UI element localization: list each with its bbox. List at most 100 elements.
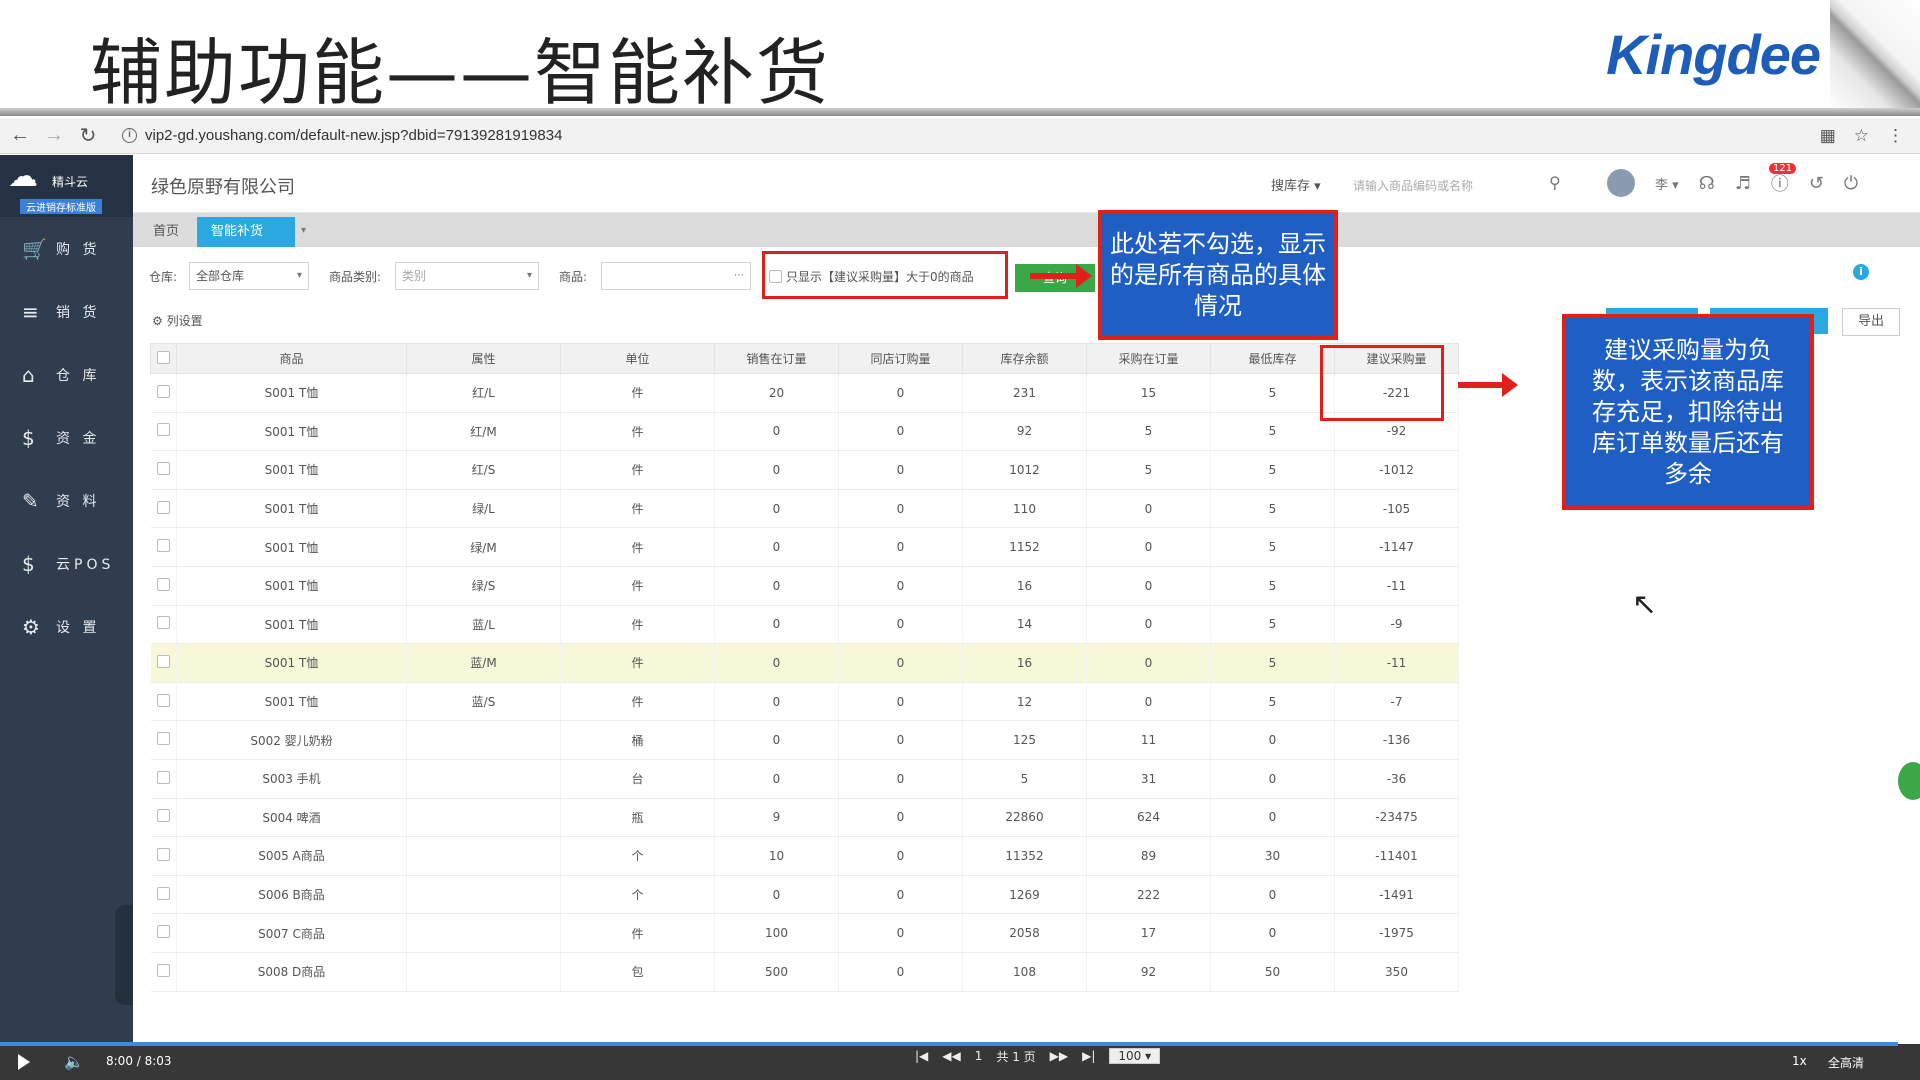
col-header[interactable]: 属性 bbox=[406, 343, 561, 374]
table-row[interactable]: S001 T恤 绿/L 件 0 0 110 0 5 -105 bbox=[150, 489, 1459, 529]
playback-speed[interactable]: 1x bbox=[1792, 1054, 1807, 1068]
more-dots-icon[interactable]: ⋯ bbox=[734, 263, 744, 289]
table-cell: S001 T恤 bbox=[176, 450, 407, 490]
row-checkbox[interactable] bbox=[150, 759, 177, 799]
row-checkbox[interactable] bbox=[150, 450, 177, 490]
site-info-icon[interactable]: i bbox=[122, 128, 137, 143]
back-circle-icon[interactable]: ↺ bbox=[1809, 173, 1824, 194]
menu-dots-icon[interactable]: ⋮ bbox=[1887, 126, 1904, 146]
table-row[interactable]: S001 T恤 蓝/S 件 0 0 12 0 5 -7 bbox=[150, 682, 1459, 722]
col-header[interactable]: 采购在订量 bbox=[1086, 343, 1211, 374]
table-row[interactable]: S001 T恤 红/L 件 20 0 231 15 5 -221 bbox=[150, 373, 1459, 413]
forward-icon[interactable]: → bbox=[40, 124, 68, 147]
warehouse-label: 仓库: bbox=[149, 270, 178, 284]
col-header[interactable]: 单位 bbox=[560, 343, 715, 374]
table-cell: 蓝/L bbox=[406, 605, 561, 645]
row-checkbox[interactable] bbox=[150, 643, 177, 683]
sidebar-item-sales[interactable]: ≡ 销 货 bbox=[0, 280, 133, 343]
table-row[interactable]: S001 T恤 绿/S 件 0 0 16 0 5 -11 bbox=[150, 566, 1459, 606]
col-header[interactable]: 商品 bbox=[176, 343, 407, 374]
row-checkbox[interactable] bbox=[150, 682, 177, 722]
sidebar-item-funds[interactable]: $ 资 金 bbox=[0, 406, 133, 469]
play-icon[interactable] bbox=[18, 1054, 30, 1070]
table-row[interactable]: S004 啤酒瓶 9 0 22860 624 0 -23475 bbox=[150, 798, 1459, 838]
row-checkbox[interactable] bbox=[150, 836, 177, 876]
table-row[interactable]: S008 D商品 包 500 0 108 92 50 350 bbox=[150, 952, 1459, 992]
back-icon[interactable]: ← bbox=[6, 124, 34, 147]
product-input[interactable]: ⋯ bbox=[601, 262, 751, 290]
address-bar[interactable]: i vip2-gd.youshang.com/default-new.jsp?d… bbox=[122, 127, 562, 144]
row-checkbox[interactable] bbox=[150, 913, 177, 953]
column-settings-button[interactable]: ⚙ 列设置 bbox=[152, 312, 203, 329]
tab-smart-replenish[interactable]: 智能补货✕ bbox=[197, 217, 295, 269]
tab-home[interactable]: 首页 bbox=[139, 217, 193, 247]
first-page-icon[interactable]: |◀ bbox=[915, 1049, 928, 1063]
table-row[interactable]: S001 T恤 蓝/M 件 0 0 16 0 5 -11 bbox=[150, 643, 1459, 683]
col-header[interactable]: 销售在订量 bbox=[714, 343, 839, 374]
table-row[interactable]: S001 T恤 绿/M 件 0 0 1152 0 5 -1147 bbox=[150, 527, 1459, 567]
bell-icon[interactable]: ♬ bbox=[1735, 173, 1751, 194]
bookmark-star-icon[interactable]: ☆ bbox=[1854, 126, 1869, 146]
sidebar-item-data[interactable]: ✎ 资 料 bbox=[0, 469, 133, 532]
sidebar-item-purchase[interactable]: 🛒 购 货 bbox=[0, 217, 133, 280]
row-checkbox[interactable] bbox=[150, 798, 177, 838]
table-row[interactable]: S007 C商品件 100 0 2058 17 0 -1975 bbox=[150, 913, 1459, 953]
prev-page-icon[interactable]: ◀◀ bbox=[942, 1049, 960, 1063]
table-cell: -1975 bbox=[1334, 913, 1459, 953]
col-header[interactable]: 库存余额 bbox=[962, 343, 1087, 374]
search-type-dropdown[interactable]: 搜库存 ▾ bbox=[1271, 175, 1321, 194]
row-checkbox[interactable] bbox=[150, 952, 177, 992]
floating-widget[interactable] bbox=[1898, 762, 1920, 800]
row-checkbox[interactable] bbox=[150, 720, 177, 760]
table-cell: 110 bbox=[962, 489, 1087, 529]
row-checkbox[interactable] bbox=[150, 412, 177, 452]
table-cell: 0 bbox=[838, 720, 963, 760]
table-row[interactable]: S003 手机台 0 0 5 31 0 -36 bbox=[150, 759, 1459, 799]
notification-badge: 121 bbox=[1769, 163, 1797, 174]
search-icon[interactable]: ⚲ bbox=[1549, 173, 1561, 192]
translate-icon[interactable]: ▦ bbox=[1820, 126, 1836, 146]
search-input[interactable]: 请输入商品编码或名称 bbox=[1343, 169, 1563, 199]
row-checkbox[interactable] bbox=[150, 527, 177, 567]
row-checkbox[interactable] bbox=[150, 373, 177, 413]
row-checkbox[interactable] bbox=[150, 875, 177, 915]
sidebar-item-settings[interactable]: ⚙ 设 置 bbox=[0, 595, 133, 658]
table-row[interactable]: S005 A商品 个 10 0 11352 89 30 -11401 bbox=[150, 836, 1459, 876]
tab-more-icon[interactable]: ▾ bbox=[301, 225, 306, 236]
user-menu[interactable]: 李 ▾ bbox=[1655, 174, 1679, 193]
table-row[interactable]: S006 B商品个 0 0 1269 222 0 -1491 bbox=[150, 875, 1459, 915]
table-cell: S002 婴儿奶粉 bbox=[176, 720, 407, 760]
export-button[interactable]: 导出 bbox=[1842, 308, 1900, 336]
table-row[interactable]: S001 T恤 蓝/L 件 0 0 14 0 5 -9 bbox=[150, 605, 1459, 645]
select-all-checkbox[interactable] bbox=[150, 343, 177, 374]
headset-icon[interactable]: ☊ bbox=[1699, 173, 1715, 194]
table-cell bbox=[406, 798, 561, 838]
next-page-icon[interactable]: ▶▶ bbox=[1050, 1049, 1068, 1063]
chevron-down-icon: ▾ bbox=[526, 270, 532, 281]
pagination: |◀ ◀◀ 1 共 1 页 ▶▶ ▶| 100 ▾ bbox=[915, 1046, 1161, 1066]
info-icon[interactable]: i bbox=[1853, 264, 1869, 280]
col-header[interactable]: 最低库存 bbox=[1210, 343, 1335, 374]
category-select[interactable]: 类别 ▾ bbox=[395, 262, 539, 290]
power-icon[interactable]: ⏻ bbox=[1844, 173, 1858, 194]
row-checkbox[interactable] bbox=[150, 566, 177, 606]
sidebar-item-pos[interactable]: $ 云POS bbox=[0, 532, 133, 595]
table-cell: 20 bbox=[714, 373, 839, 413]
sidebar-item-warehouse[interactable]: ⌂ 仓 库 bbox=[0, 343, 133, 406]
table-row[interactable]: S002 婴儿奶粉桶 0 0 125 11 0 -136 bbox=[150, 720, 1459, 760]
page-size-select[interactable]: 100 ▾ bbox=[1109, 1048, 1161, 1064]
reload-icon[interactable]: ↻ bbox=[74, 123, 102, 148]
warehouse-select[interactable]: 全部仓库 ▾ bbox=[189, 262, 309, 290]
video-quality[interactable]: 全高清 bbox=[1828, 1054, 1864, 1071]
page-input[interactable]: 1 bbox=[975, 1049, 983, 1063]
table-cell: 0 bbox=[838, 682, 963, 722]
col-header[interactable]: 同店订购量 bbox=[838, 343, 963, 374]
table-row[interactable]: S001 T恤 红/M 件 0 0 92 5 5 -92 bbox=[150, 412, 1459, 452]
volume-icon[interactable]: 🔈 bbox=[64, 1052, 84, 1071]
last-page-icon[interactable]: ▶| bbox=[1082, 1049, 1095, 1063]
row-checkbox[interactable] bbox=[150, 489, 177, 529]
avatar[interactable] bbox=[1607, 169, 1635, 197]
table-row[interactable]: S001 T恤 红/S 件 0 0 1012 5 5 -1012 bbox=[150, 450, 1459, 490]
row-checkbox[interactable] bbox=[150, 605, 177, 645]
sidebar-collapse-handle[interactable] bbox=[115, 905, 133, 1005]
